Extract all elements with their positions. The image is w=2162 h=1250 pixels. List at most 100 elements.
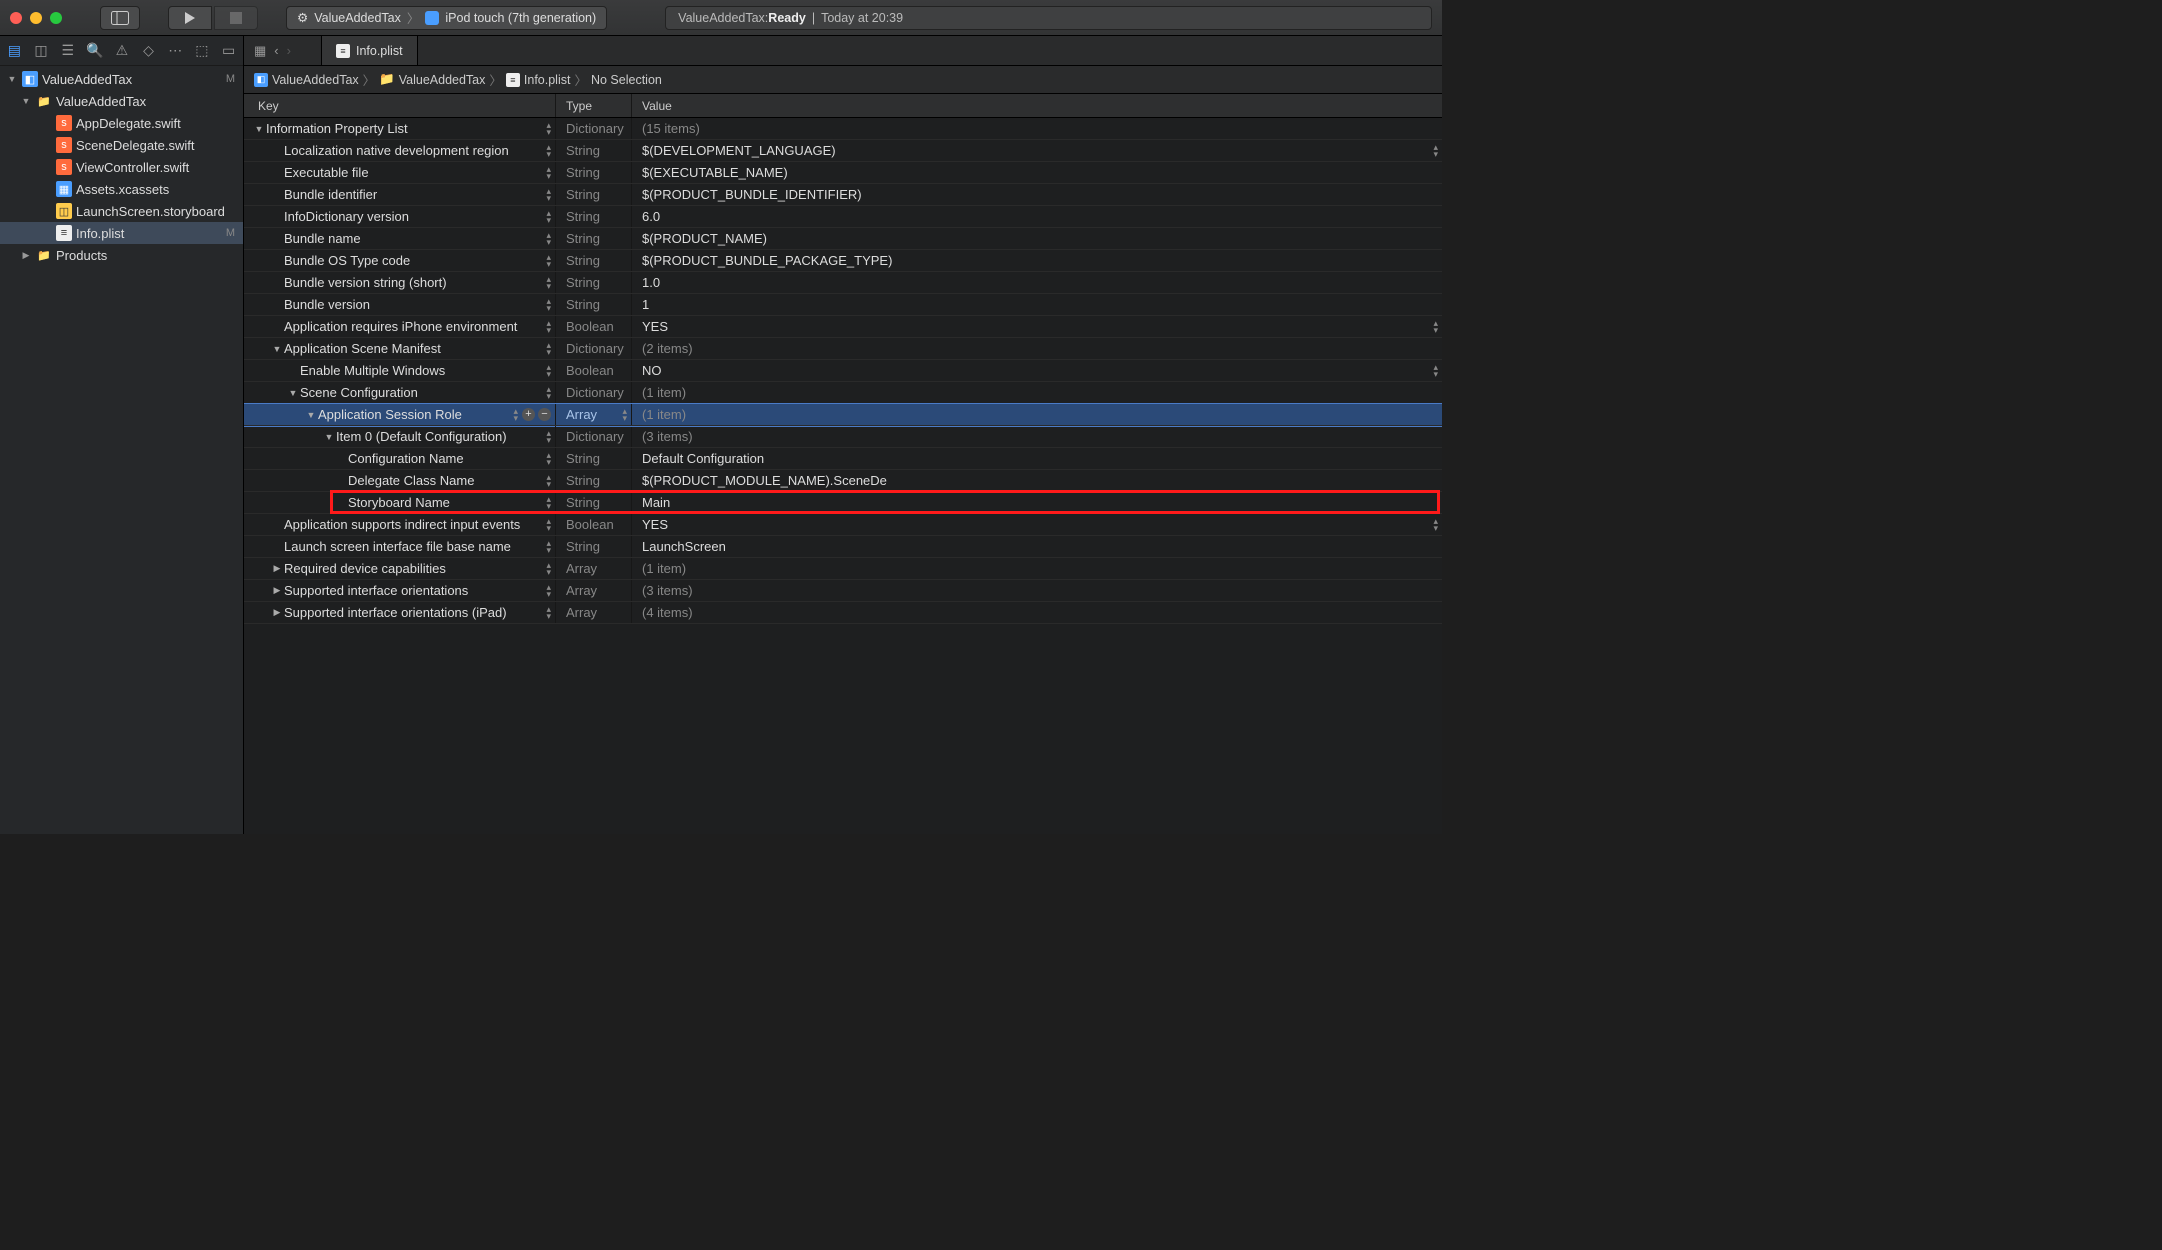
stepper-icon[interactable]: ▴▾ [546,386,551,400]
stepper-icon[interactable]: ▴▾ [546,342,551,356]
plist-value-cell[interactable]: 1 [632,294,1442,315]
plist-row[interactable]: Enable Multiple Windows▴▾BooleanNO▴▾ [244,360,1442,382]
tree-file[interactable]: ◫ LaunchScreen.storyboard [0,200,243,222]
run-button[interactable] [168,6,212,30]
plist-key-cell[interactable]: ▶Supported interface orientations (iPad)… [244,602,556,623]
minimize-window-icon[interactable] [30,12,42,24]
plist-type-cell[interactable]: Dictionary [556,382,632,403]
disclosure-icon[interactable]: ▼ [306,410,316,420]
disclosure-icon[interactable]: ▼ [324,432,334,442]
plist-row[interactable]: ▶Required device capabilities▴▾Array(1 i… [244,558,1442,580]
stepper-icon[interactable]: ▴▾ [546,452,551,466]
plist-value-cell[interactable]: LaunchScreen [632,536,1442,557]
jump-segment[interactable]: Info.plist [524,73,571,87]
plist-value-cell[interactable]: (2 items) [632,338,1442,359]
stepper-icon[interactable]: ▴▾ [622,408,627,422]
tree-file[interactable]: ▦ Assets.xcassets [0,178,243,200]
plist-key-cell[interactable]: ▼Application Scene Manifest▴▾ [244,338,556,359]
column-header-key[interactable]: Key [244,94,556,117]
plist-key-cell[interactable]: ▶Supported interface orientations▴▾ [244,580,556,601]
plist-type-cell[interactable]: Boolean [556,316,632,337]
plist-row[interactable]: Bundle name▴▾String$(PRODUCT_NAME) [244,228,1442,250]
close-window-icon[interactable] [10,12,22,24]
jump-bar[interactable]: ◧ ValueAddedTax 〉 📁 ValueAddedTax 〉 ≡ In… [244,66,1442,94]
add-remove-buttons[interactable]: +− [522,408,551,421]
tree-file[interactable]: s AppDelegate.swift [0,112,243,134]
plist-type-cell[interactable]: String [556,492,632,513]
disclosure-icon[interactable]: ▶ [272,585,282,596]
test-navigator-icon[interactable]: ◇ [140,42,157,60]
stepper-icon[interactable]: ▴▾ [546,298,551,312]
jump-segment[interactable]: No Selection [591,73,662,87]
plist-row[interactable]: Application supports indirect input even… [244,514,1442,536]
stepper-icon[interactable]: ▴▾ [546,254,551,268]
plist-type-cell[interactable]: String [556,228,632,249]
plist-type-cell[interactable]: Dictionary [556,118,632,139]
plist-type-cell[interactable]: Boolean [556,360,632,381]
plist-value-cell[interactable]: YES▴▾ [632,316,1442,337]
stepper-icon[interactable]: ▴▾ [546,276,551,290]
stepper-icon[interactable]: ▴▾ [546,540,551,554]
plist-row[interactable]: ▼Item 0 (Default Configuration)▴▾Diction… [244,426,1442,448]
stepper-icon[interactable]: ▴▾ [546,562,551,576]
plist-type-cell[interactable]: String [556,184,632,205]
tree-folder[interactable]: ▼ 📁 ValueAddedTax [0,90,243,112]
plist-type-cell[interactable]: Array [556,580,632,601]
plist-type-cell[interactable]: String [556,272,632,293]
plist-key-cell[interactable]: ▼Item 0 (Default Configuration)▴▾ [244,426,556,447]
plist-key-cell[interactable]: Configuration Name▴▾ [244,448,556,469]
disclosure-icon[interactable]: ▶ [272,563,282,574]
breakpoint-navigator-icon[interactable]: ⬚ [194,42,211,60]
plist-type-cell[interactable]: Dictionary [556,426,632,447]
plist-type-cell[interactable]: String [556,294,632,315]
plist-key-cell[interactable]: Launch screen interface file base name▴▾ [244,536,556,557]
project-navigator-icon[interactable]: ▤ [6,42,23,60]
plist-type-cell[interactable]: Dictionary [556,338,632,359]
plist-value-cell[interactable]: (1 item) [632,404,1442,425]
stop-button[interactable] [214,6,258,30]
plist-key-cell[interactable]: Bundle identifier▴▾ [244,184,556,205]
disclosure-icon[interactable]: ▶ [20,250,32,261]
scheme-selector[interactable]: ⚙︎ ValueAddedTax 〉 iPod touch (7th gener… [286,6,607,30]
plist-type-cell[interactable]: String [556,140,632,161]
source-control-navigator-icon[interactable]: ◫ [33,42,50,60]
column-header-type[interactable]: Type [556,94,632,117]
plist-key-cell[interactable]: ▼Scene Configuration▴▾ [244,382,556,403]
plist-type-cell[interactable]: String [556,162,632,183]
plist-key-cell[interactable]: Enable Multiple Windows▴▾ [244,360,556,381]
plist-value-cell[interactable]: (3 items) [632,426,1442,447]
plist-key-cell[interactable]: Storyboard Name▴▾ [244,492,556,513]
tree-file[interactable]: s ViewController.swift [0,156,243,178]
plist-value-cell[interactable]: (15 items) [632,118,1442,139]
plist-key-cell[interactable]: ▶Required device capabilities▴▾ [244,558,556,579]
tree-file-selected[interactable]: ≡ Info.plist M [0,222,243,244]
plist-value-cell[interactable]: $(PRODUCT_NAME) [632,228,1442,249]
stepper-icon[interactable]: ▴▾ [546,474,551,488]
stepper-icon[interactable]: ▴▾ [546,122,551,136]
jump-segment[interactable]: ValueAddedTax [272,73,359,87]
plist-key-cell[interactable]: Bundle version string (short)▴▾ [244,272,556,293]
stepper-icon[interactable]: ▴▾ [546,144,551,158]
plist-row[interactable]: Bundle version▴▾String1 [244,294,1442,316]
plist-row[interactable]: Executable file▴▾String$(EXECUTABLE_NAME… [244,162,1442,184]
disclosure-icon[interactable]: ▼ [272,344,282,354]
plist-type-cell[interactable]: Array [556,602,632,623]
plist-key-cell[interactable]: Localization native development region▴▾ [244,140,556,161]
plist-value-cell[interactable]: $(EXECUTABLE_NAME) [632,162,1442,183]
plist-value-cell[interactable]: $(PRODUCT_MODULE_NAME).SceneDe [632,470,1442,491]
stepper-icon[interactable]: ▴▾ [546,320,551,334]
disclosure-icon[interactable]: ▼ [288,388,298,398]
plist-row[interactable]: Localization native development region▴▾… [244,140,1442,162]
stepper-icon[interactable]: ▴▾ [513,408,518,422]
debug-navigator-icon[interactable]: ⋯ [167,42,184,60]
stepper-icon[interactable]: ▴▾ [546,166,551,180]
plist-row[interactable]: ▼Application Session Role▴▾+−Array▴▾(1 i… [244,404,1442,426]
plist-row[interactable]: Bundle identifier▴▾String$(PRODUCT_BUNDL… [244,184,1442,206]
plus-icon[interactable]: + [522,408,535,421]
stepper-icon[interactable]: ▴▾ [546,430,551,444]
plist-value-cell[interactable]: $(DEVELOPMENT_LANGUAGE)▴▾ [632,140,1442,161]
plist-row[interactable]: InfoDictionary version▴▾String6.0 [244,206,1442,228]
plist-value-cell[interactable]: (1 item) [632,382,1442,403]
plist-key-cell[interactable]: Executable file▴▾ [244,162,556,183]
plist-key-cell[interactable]: Application supports indirect input even… [244,514,556,535]
